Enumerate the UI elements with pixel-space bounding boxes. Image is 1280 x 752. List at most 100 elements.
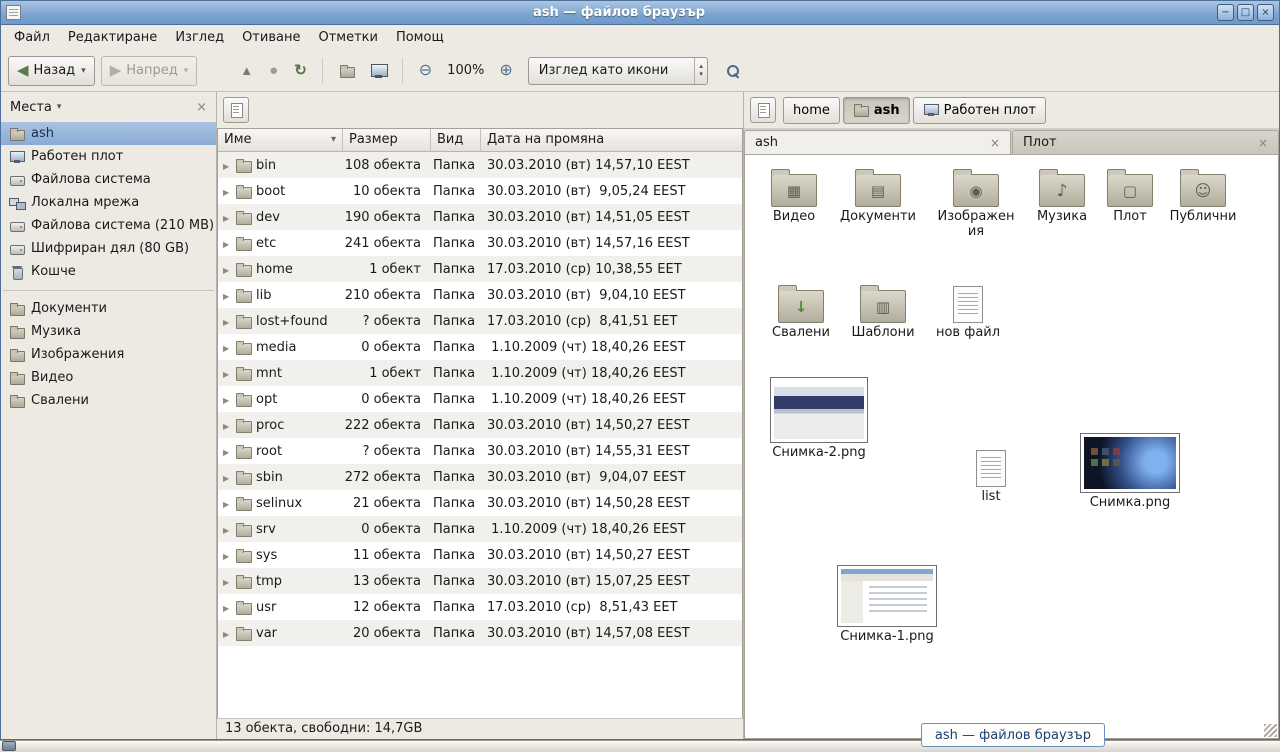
places-close-button[interactable]: × [196,100,207,115]
table-row[interactable]: proc 222 обекта Папка 30.03.2010 (вт) 14… [218,412,742,438]
expander-icon[interactable] [223,470,232,485]
expander-icon[interactable] [223,236,232,251]
expander-icon[interactable] [223,314,232,329]
expander-icon[interactable] [223,496,232,511]
sidebar-item[interactable]: Работен плот [1,145,216,168]
back-button[interactable]: ◀ Назад ▾ [8,56,95,86]
tab-close-icon[interactable] [990,136,1000,150]
places-title[interactable]: Места [10,100,52,115]
table-row[interactable]: tmp 13 обекта Папка 30.03.2010 (вт) 15,0… [218,568,742,594]
sidebar-item[interactable]: Изображения [1,343,216,366]
file-icon-item[interactable]: нов файл [928,283,1008,341]
location-toggle-button[interactable] [750,97,776,123]
stop-button[interactable]: ● [264,60,283,81]
titlebar[interactable]: ash — файлов браузър − □ × [1,1,1279,25]
places-dropdown-icon[interactable]: ▾ [57,102,62,112]
maximize-button[interactable]: □ [1237,4,1254,21]
forward-button[interactable]: ▶ Напред ▾ [101,56,198,86]
expander-icon[interactable] [223,288,232,303]
expander-icon[interactable] [223,574,232,589]
taskbar-window-button[interactable]: ash — файлов браузър [921,723,1105,747]
reload-button[interactable]: ↻ [289,60,312,81]
expander-icon[interactable] [223,158,232,173]
table-row[interactable]: srv 0 обекта Папка 1.10.2009 (чт) 18,40,… [218,516,742,542]
zoom-in-button[interactable]: ⊕ [494,60,517,82]
sidebar-item[interactable]: Свалени [1,389,216,412]
menu-item[interactable]: Отиване [233,26,309,49]
home-button[interactable] [334,60,360,82]
tab-close-icon[interactable] [1258,136,1268,150]
view-mode-select[interactable]: Изглед като икони ▴▾ [528,57,708,85]
search-button[interactable] [720,60,746,82]
table-row[interactable]: home 1 обект Папка 17.03.2010 (ср) 10,38… [218,256,742,282]
table-row[interactable]: sbin 272 обекта Папка 30.03.2010 (вт) 9,… [218,464,742,490]
menu-item[interactable]: Редактиране [59,26,166,49]
up-button[interactable]: ▲ [235,61,258,80]
table-row[interactable]: lost+found ? обекта Папка 17.03.2010 (ср… [218,308,742,334]
tab[interactable]: Плот [1012,130,1279,154]
file-icon-item[interactable]: Снимка-1.png [835,565,939,645]
expander-icon[interactable] [223,600,232,615]
expander-icon[interactable] [223,366,232,381]
table-row[interactable]: selinux 21 обекта Папка 30.03.2010 (вт) … [218,490,742,516]
table-row[interactable]: bin 108 обекта Папка 30.03.2010 (вт) 14,… [218,152,742,178]
file-icon-item[interactable]: Документи [838,167,918,225]
icon-view[interactable]: Видео Документи [744,155,1279,739]
menu-item[interactable]: Файл [5,26,59,49]
table-row[interactable]: media 0 обекта Папка 1.10.2009 (чт) 18,4… [218,334,742,360]
sidebar-item[interactable]: Документи [1,297,216,320]
expander-icon[interactable] [223,392,232,407]
sidebar-item[interactable]: Файлова система [1,168,216,191]
computer-button[interactable] [366,60,392,82]
expander-icon[interactable] [223,626,232,641]
path-button[interactable]: home [783,97,840,124]
column-header[interactable]: Дата на промяна [481,129,742,152]
expander-icon[interactable] [223,184,232,199]
table-row[interactable]: dev 190 обекта Папка 30.03.2010 (вт) 14,… [218,204,742,230]
file-icon-item[interactable]: Снимка-2.png [767,377,871,461]
sidebar-item[interactable]: Локална мрежа [1,191,216,214]
table-row[interactable]: var 20 обекта Папка 30.03.2010 (вт) 14,5… [218,620,742,646]
sidebar-item[interactable]: Видео [1,366,216,389]
table-row[interactable]: etc 241 обекта Папка 30.03.2010 (вт) 14,… [218,230,742,256]
expander-icon[interactable] [223,340,232,355]
table-row[interactable]: opt 0 обекта Папка 1.10.2009 (чт) 18,40,… [218,386,742,412]
table-row[interactable]: root ? обекта Папка 30.03.2010 (вт) 14,5… [218,438,742,464]
menu-item[interactable]: Отметки [309,26,386,49]
file-icon-item[interactable]: Видео [754,167,834,225]
sidebar-item[interactable]: Кошче [1,260,216,283]
file-icon-item[interactable]: Снимка.png [1078,433,1182,511]
sidebar-item[interactable]: Шифриран дял (80 GB) [1,237,216,260]
table-row[interactable]: usr 12 обекта Папка 17.03.2010 (ср) 8,51… [218,594,742,620]
file-icon-item[interactable]: Изображения [936,167,1016,240]
table-row[interactable]: mnt 1 обект Папка 1.10.2009 (чт) 18,40,2… [218,360,742,386]
location-toggle-button[interactable] [223,97,249,123]
path-button[interactable]: ash [843,97,910,124]
minimize-button[interactable]: − [1217,4,1234,21]
tab[interactable]: ash [744,130,1011,154]
expander-icon[interactable] [223,548,232,563]
sidebar-item[interactable]: ash [1,122,216,145]
file-icon-item[interactable]: Свалени [761,283,841,341]
expander-icon[interactable] [223,522,232,537]
show-desktop-button[interactable] [2,741,16,751]
back-dropdown-icon[interactable]: ▾ [81,66,86,76]
table-row[interactable]: sys 11 обекта Папка 30.03.2010 (вт) 14,5… [218,542,742,568]
menu-item[interactable]: Помощ [387,26,453,49]
path-button[interactable]: Работен плот [913,97,1046,124]
column-header[interactable]: Име [218,129,343,152]
sidebar-item[interactable]: Музика [1,320,216,343]
close-button[interactable]: × [1257,4,1274,21]
expander-icon[interactable] [223,418,232,433]
zoom-out-button[interactable]: ⊖ [414,60,437,82]
expander-icon[interactable] [223,210,232,225]
file-icon-item[interactable]: Плот [1090,167,1170,225]
sidebar-item[interactable]: Файлова система (210 MB) [1,214,216,237]
table-row[interactable]: boot 10 обекта Папка 30.03.2010 (вт) 9,0… [218,178,742,204]
table-row[interactable]: lib 210 обекта Папка 30.03.2010 (вт) 9,0… [218,282,742,308]
menu-item[interactable]: Изглед [166,26,233,49]
expander-icon[interactable] [223,262,232,277]
file-icon-item[interactable]: list [951,447,1031,505]
expander-icon[interactable] [223,444,232,459]
column-header[interactable]: Размер [343,129,431,152]
